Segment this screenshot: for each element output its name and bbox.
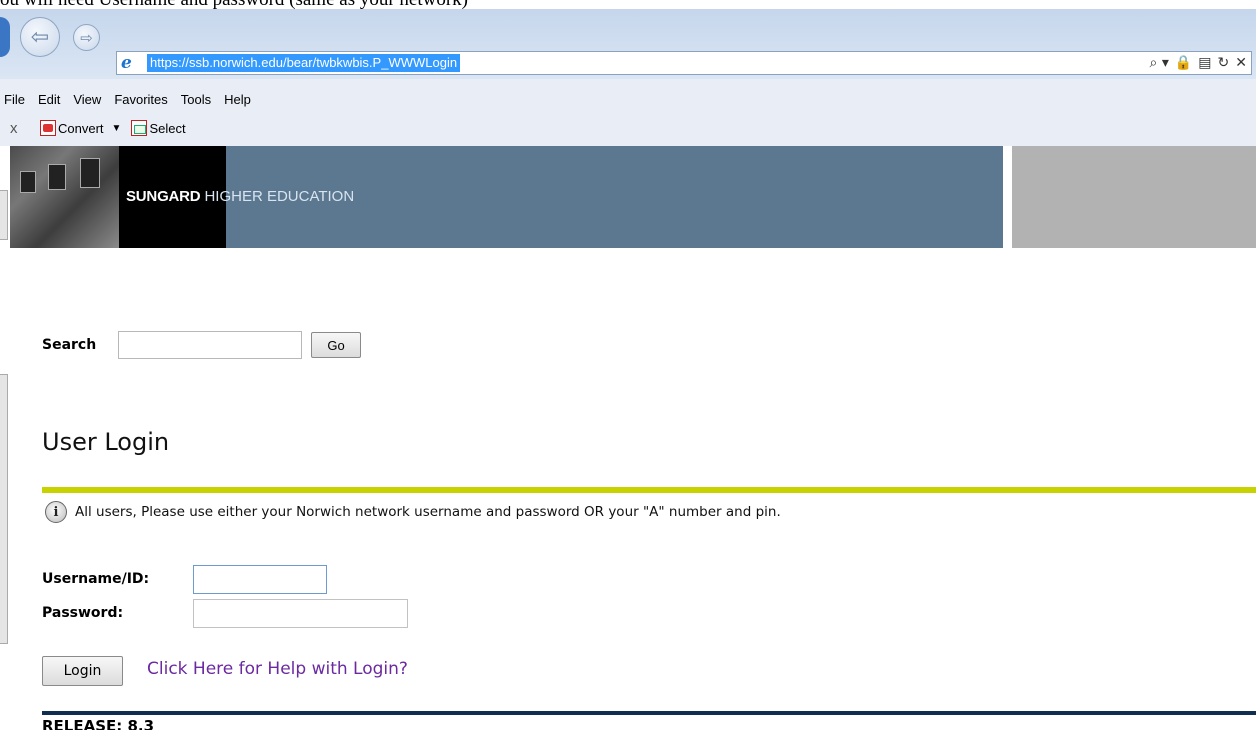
login-help-link[interactable]: Click Here for Help with Login? [147,659,408,679]
release-version: RELEASE: 8.3 [42,717,155,730]
arrow-right-icon: ⇨ [80,28,93,47]
search-input[interactable] [118,331,302,359]
navigation-bar: ⇦ ⇨ e https://ssb.norwich.edu/bear/twbkw… [0,9,1256,79]
forward-button[interactable]: ⇨ [73,24,100,51]
close-toolbar-icon[interactable]: x [10,120,26,137]
refresh-icon[interactable]: ↻ [1218,53,1230,73]
password-field[interactable] [193,598,408,628]
document-text-strip: ou will need Username and password (same… [0,0,1256,9]
internet-explorer-icon: e [121,53,132,73]
lock-icon[interactable]: 🔒 [1175,53,1192,73]
info-icon: i [45,501,67,523]
username-field[interactable] [193,564,327,594]
sungard-logo: SUNGARD HIGHER EDUCATION [126,188,354,205]
chevron-down-icon[interactable]: ▼ [112,123,122,134]
menu-bar: File Edit View Favorites Tools Help [0,89,260,111]
password-row: Password: [42,598,408,628]
compatibility-view-icon[interactable]: ▤ [1198,53,1211,73]
search-dropdown-icon[interactable]: ⌕ ▾ [1150,53,1169,73]
url-text[interactable]: https://ssb.norwich.edu/bear/twbkwbis.P_… [147,54,461,72]
back-button[interactable]: ⇦ [20,17,60,57]
username-label: Username/ID: [42,571,150,587]
window-edge [0,17,10,57]
brand-subtitle: HIGHER EDUCATION [204,188,355,205]
search-label: Search [42,337,97,353]
info-text: All users, Please use either your Norwic… [75,504,781,520]
login-button[interactable]: Login [42,656,123,686]
menu-help[interactable]: Help [220,89,260,111]
address-bar[interactable]: e https://ssb.norwich.edu/bear/twbkwbis.… [116,51,1252,75]
convert-button[interactable]: Convert [58,121,104,136]
select-button[interactable]: Select [149,121,185,136]
menu-view[interactable]: View [69,89,110,111]
document-text: ou will need Username and password (same… [0,0,468,9]
footer-divider [42,711,1256,715]
sidebar-tab[interactable] [0,190,8,240]
menu-tools[interactable]: Tools [177,89,220,111]
info-message: i All users, Please use either your Norw… [45,500,781,524]
command-bar: x Convert ▼ Select [0,115,186,141]
stop-icon[interactable]: ✕ [1235,53,1247,73]
menu-edit[interactable]: Edit [34,89,69,111]
address-bar-tools: ⌕ ▾ 🔒 ▤ ↻ ✕ [1150,53,1247,73]
title-divider [42,487,1256,493]
banner-gray-panel [1012,146,1256,248]
pdf-select-icon [131,120,148,136]
pdf-convert-icon [40,120,56,136]
search-row: Search Go [42,330,361,360]
sidebar-scroll-tab[interactable] [0,374,8,644]
building-photo [10,146,119,248]
go-button[interactable]: Go [311,332,361,358]
password-label: Password: [42,605,124,621]
page-title: User Login [42,428,170,456]
username-row: Username/ID: [42,564,327,594]
brand-bold: SUNGARD [126,188,201,205]
menu-file[interactable]: File [0,89,34,111]
arrow-left-icon: ⇦ [30,24,50,50]
site-banner: SUNGARD HIGHER EDUCATION [10,146,1256,248]
menu-favorites[interactable]: Favorites [110,89,176,111]
left-sidebar-strip [0,146,10,730]
browser-chrome: ⇦ ⇨ e https://ssb.norwich.edu/bear/twbkw… [0,9,1256,146]
